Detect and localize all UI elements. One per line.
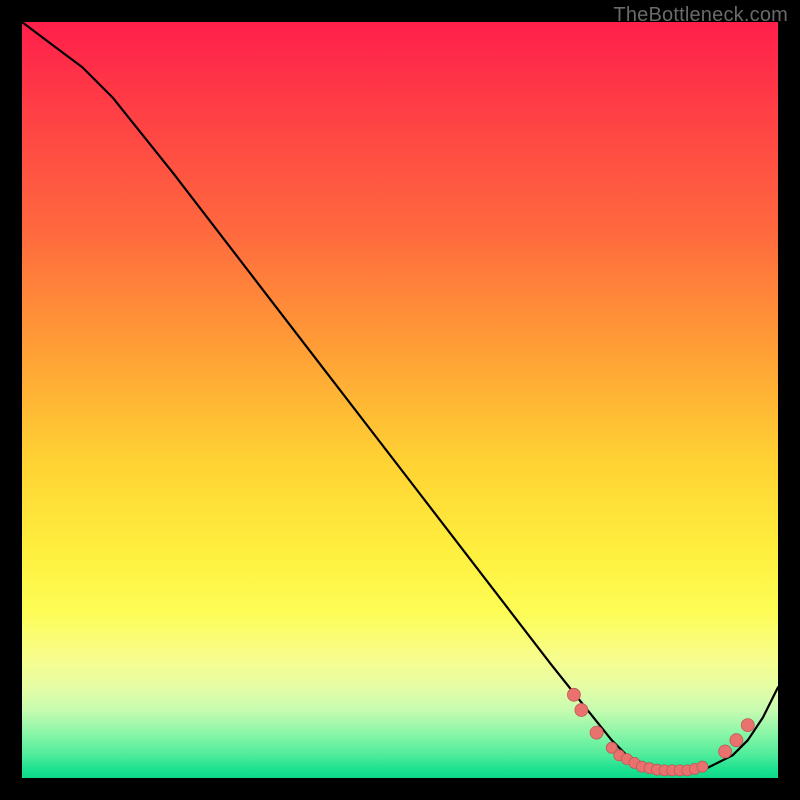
curve-marker (575, 704, 588, 717)
curve-marker (719, 745, 732, 758)
watermark-label: TheBottleneck.com (613, 4, 788, 27)
curve-marker (697, 761, 708, 772)
curve-marker (590, 726, 603, 739)
curve-marker (741, 719, 754, 732)
curve-marker (730, 734, 743, 747)
curve-marker (567, 688, 580, 701)
curve-layer (22, 22, 778, 778)
chart-stage: TheBottleneck.com (0, 0, 800, 800)
bottleneck-curve-path (22, 22, 778, 770)
plot-area (22, 22, 778, 778)
curve-markers (567, 688, 754, 776)
